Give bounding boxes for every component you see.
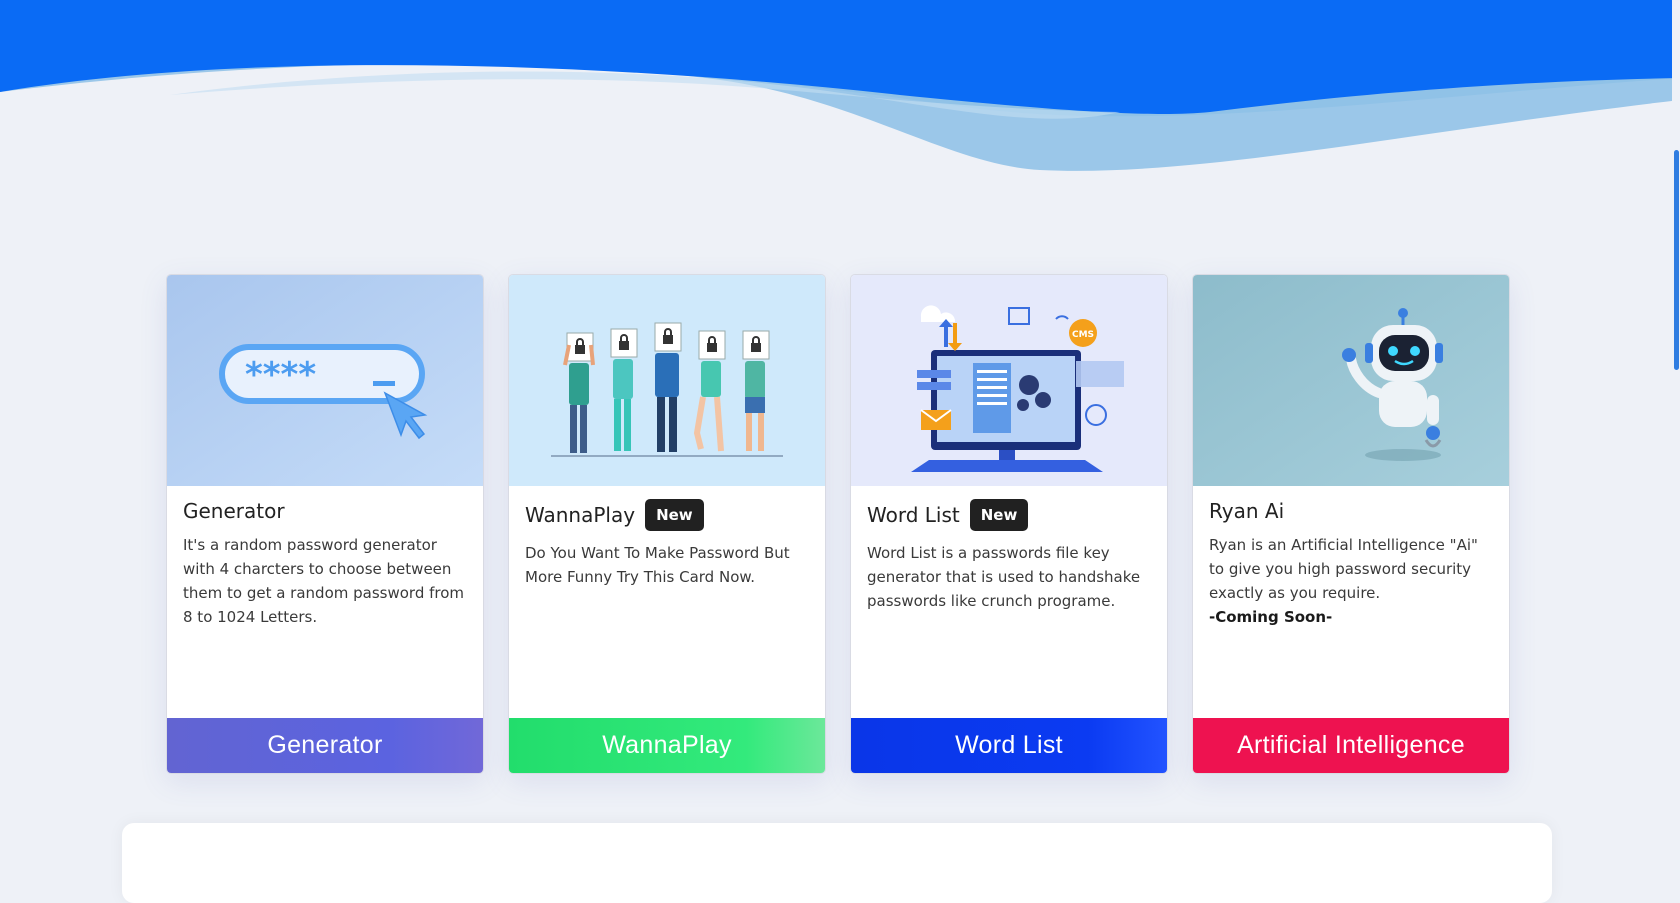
card-description: Do You Want To Make Password But More Fu…: [525, 544, 790, 586]
card-wannaplay: WannaPlay New Do You Want To Make Passwo…: [508, 274, 826, 774]
card-description: It's a random password generator with 4 …: [183, 536, 465, 626]
card-title: Word List: [867, 503, 960, 527]
card-title: Ryan Ai: [1209, 499, 1285, 523]
card-description: Word List is a passwords file key genera…: [867, 544, 1141, 610]
generator-button[interactable]: Generator: [167, 718, 483, 773]
bottom-panel: [122, 823, 1552, 903]
password-field-illustration: ****: [167, 275, 483, 486]
new-badge: New: [645, 499, 704, 531]
scrollbar[interactable]: [1672, 0, 1680, 880]
new-badge: New: [969, 499, 1029, 531]
header-wave: [0, 0, 1680, 200]
card-title: WannaPlay: [525, 503, 636, 527]
cms-label: CMS: [1072, 330, 1094, 340]
artificial-intelligence-button[interactable]: Artificial Intelligence: [1193, 718, 1509, 773]
computer-cms-illustration: CMS: [851, 275, 1167, 486]
card-title: Generator: [183, 499, 285, 523]
card-description: Ryan is an Artificial Intelligence "Ai" …: [1209, 536, 1478, 602]
people-holding-lock-signs-illustration: [509, 275, 825, 486]
card-word-list: CMS Word List New Word List is a passwor…: [850, 274, 1168, 774]
scrollbar-thumb[interactable]: [1674, 150, 1679, 370]
svg-text:****: ****: [245, 355, 316, 395]
card-generator: **** Generator It's a random password ge…: [166, 274, 484, 774]
card-ryan-ai: Ryan Ai Ryan is an Artificial Intelligen…: [1192, 274, 1510, 774]
coming-soon-text: -Coming Soon-: [1209, 608, 1333, 626]
word-list-button[interactable]: Word List: [851, 718, 1167, 773]
robot-illustration: [1193, 275, 1509, 486]
wannaplay-button[interactable]: WannaPlay: [509, 718, 825, 773]
coming-soon-note: -Coming Soon-: [1209, 605, 1493, 629]
